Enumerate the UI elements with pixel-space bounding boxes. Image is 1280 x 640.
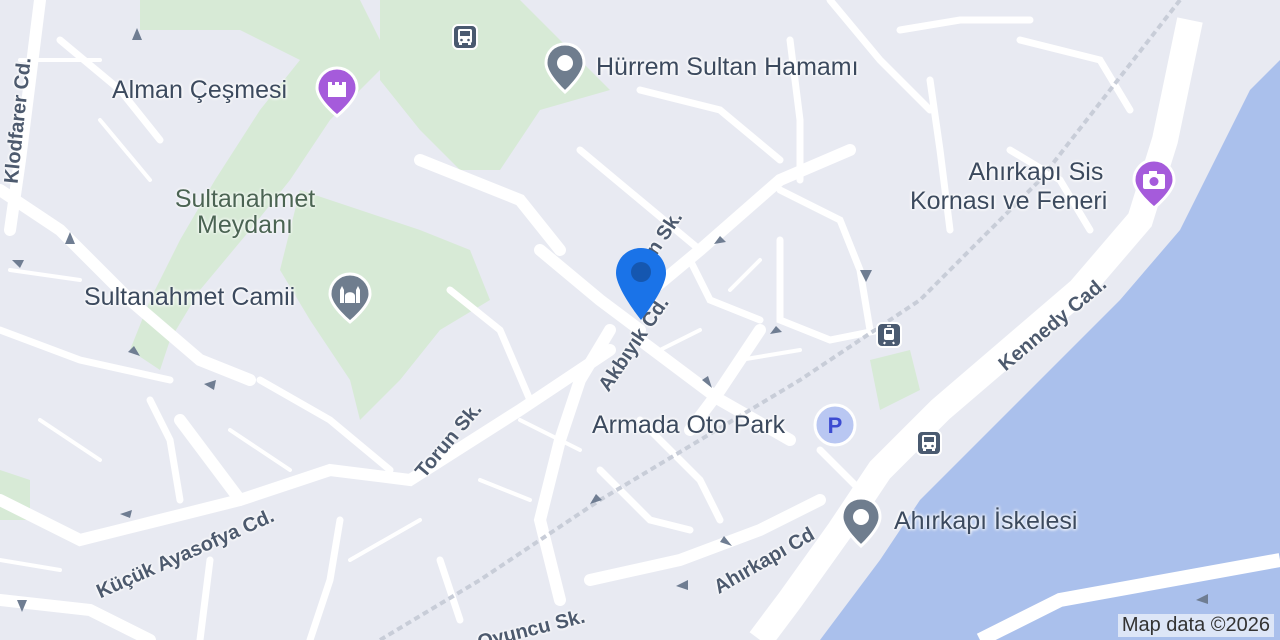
poi-label-ahirkapi-iskelesi[interactable]: Ahırkapı İskelesi [894, 507, 1077, 536]
landmark-pin-icon[interactable] [544, 42, 586, 99]
area-label-line1: Sultanahmet [174, 185, 316, 213]
map-canvas[interactable]: Sultanahmet Meydanı Hürrem Sultan Hamamı… [0, 0, 1280, 640]
tram-stop-icon[interactable] [876, 322, 902, 348]
castle-icon[interactable] [315, 66, 359, 123]
poi-label-line1: Ahırkapı Sis [968, 158, 1104, 186]
mosque-icon[interactable] [328, 272, 372, 329]
poi-label-armada-oto-park[interactable]: Armada Oto Park [592, 411, 785, 440]
area-label-sultanahmet-meydani[interactable]: Sultanahmet Meydanı [150, 186, 340, 239]
poi-label-sultanahmet-camii[interactable]: Sultanahmet Camii [84, 283, 295, 312]
area-label-line2: Meydanı [197, 211, 293, 240]
bus-stop-icon[interactable] [452, 24, 478, 50]
poi-label-alman-cesmesi[interactable]: Alman Çeşmesi [112, 76, 287, 105]
location-pin-icon[interactable] [614, 246, 668, 327]
svg-text:P: P [828, 413, 843, 438]
map-attribution[interactable]: Map data ©2026 [1117, 614, 1274, 637]
poi-label-hurrem-sultan-hamami[interactable]: Hürrem Sultan Hamamı [596, 53, 859, 82]
poi-label-ahirkapi-sis-kornasi[interactable]: Ahırkapı Sis Kornası ve Feneri [910, 158, 1107, 216]
parking-icon[interactable]: P [812, 402, 858, 455]
poi-label-line2: Kornası ve Feneri [910, 186, 1108, 215]
camera-icon[interactable] [1132, 158, 1176, 215]
landmark-pin-icon[interactable] [840, 496, 882, 553]
bus-stop-icon[interactable] [916, 430, 942, 456]
